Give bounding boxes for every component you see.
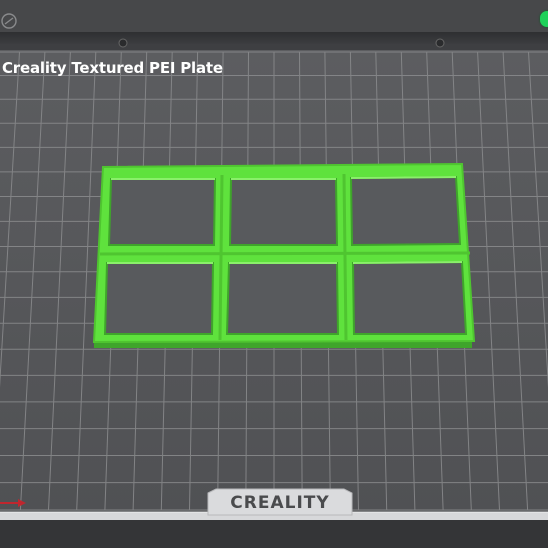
model-grid-frame[interactable] [92, 162, 476, 348]
bed-back-edge [0, 32, 548, 44]
mount-hole-icon [118, 38, 128, 48]
model-cell [349, 175, 462, 247]
build-plate-scene[interactable] [0, 0, 548, 548]
plate-name-label: Creality Textured PEI Plate [2, 59, 223, 77]
model-cell [225, 262, 340, 335]
model-cell [228, 178, 339, 246]
model-cell [351, 260, 468, 335]
brand-label: CREALITY [230, 493, 330, 513]
status-indicator [540, 11, 548, 27]
model-cell [103, 262, 215, 335]
model-cell [107, 178, 217, 246]
3d-viewport[interactable]: Creality Textured PEI Plate CREALITY [0, 0, 548, 548]
bed-front-edge [0, 520, 548, 548]
mount-hole-icon [435, 38, 445, 48]
